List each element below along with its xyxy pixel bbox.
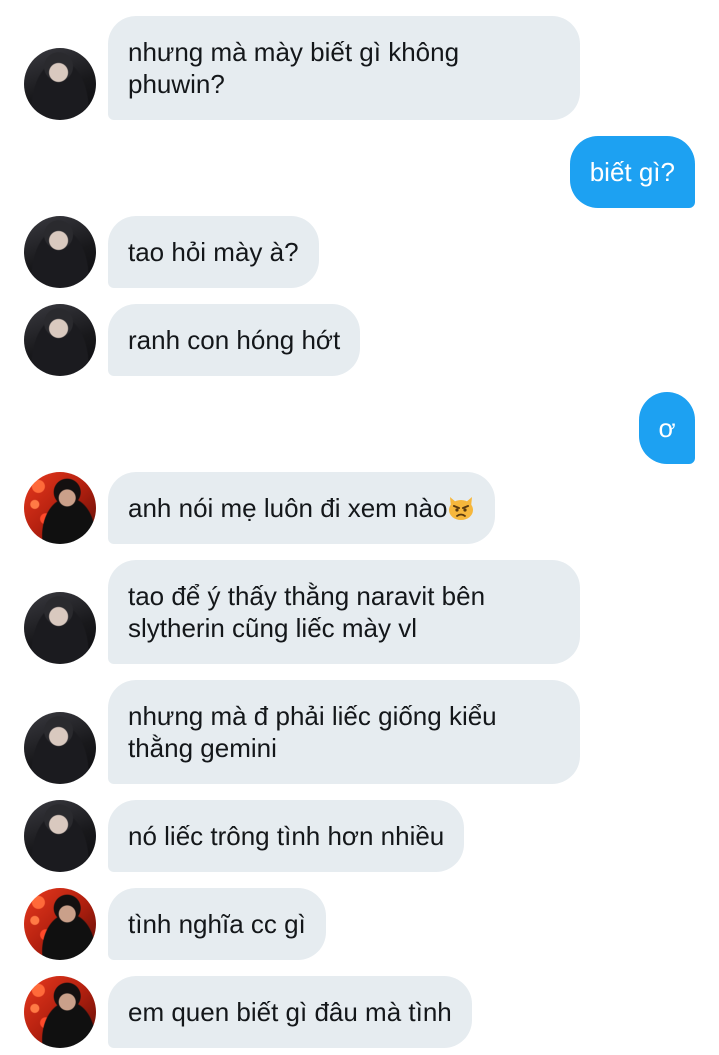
message-text: tao để ý thấy thằng naravit bên slytheri… (128, 581, 486, 643)
avatar[interactable] (24, 304, 96, 376)
message-text: nó liếc trông tình hơn nhiều (128, 821, 445, 851)
pouting-cat-face-icon (447, 495, 475, 521)
message-text: nhưng mà đ phải liếc giống kiểu thằng ge… (128, 701, 497, 763)
avatar[interactable] (24, 888, 96, 960)
message-text: tình nghĩa cc gì (128, 909, 306, 939)
message-bubble-incoming[interactable]: nó liếc trông tình hơn nhiều (108, 800, 465, 872)
message-text: em quen biết gì đâu mà tình (128, 997, 452, 1027)
chat-thread: nhưng mà mày biết gì không phuwin? biết … (0, 0, 719, 1055)
message-bubble-incoming[interactable]: tao hỏi mày à? (108, 216, 319, 288)
message-text: anh nói mẹ luôn đi xem nào (128, 493, 448, 523)
message-bubble-outgoing[interactable]: biết gì? (569, 136, 695, 208)
avatar[interactable] (24, 472, 96, 544)
avatar[interactable] (24, 800, 96, 872)
message-text: ranh con hóng hớt (128, 325, 341, 355)
message-text: ơ (658, 413, 676, 443)
message-bubble-incoming[interactable]: nhưng mà mày biết gì không phuwin? (108, 16, 580, 120)
message-bubble-incoming[interactable]: em quen biết gì đâu mà tình (108, 976, 472, 1048)
avatar[interactable] (24, 976, 96, 1048)
message-bubble-incoming[interactable]: nhưng mà đ phải liếc giống kiểu thằng ge… (108, 680, 580, 784)
message-text: tao hỏi mày à? (128, 237, 299, 267)
avatar[interactable] (24, 48, 96, 120)
avatar[interactable] (24, 712, 96, 784)
avatar[interactable] (24, 592, 96, 664)
message-bubble-incoming[interactable]: anh nói mẹ luôn đi xem nào (108, 472, 496, 544)
avatar[interactable] (24, 216, 96, 288)
message-text: biết gì? (589, 157, 675, 187)
message-text: nhưng mà mày biết gì không phuwin? (128, 37, 460, 99)
message-bubble-incoming[interactable]: tao để ý thấy thằng naravit bên slytheri… (108, 560, 580, 664)
message-bubble-incoming[interactable]: ranh con hóng hớt (108, 304, 361, 376)
message-bubble-incoming[interactable]: tình nghĩa cc gì (108, 888, 326, 960)
message-bubble-outgoing[interactable]: ơ (639, 392, 695, 464)
